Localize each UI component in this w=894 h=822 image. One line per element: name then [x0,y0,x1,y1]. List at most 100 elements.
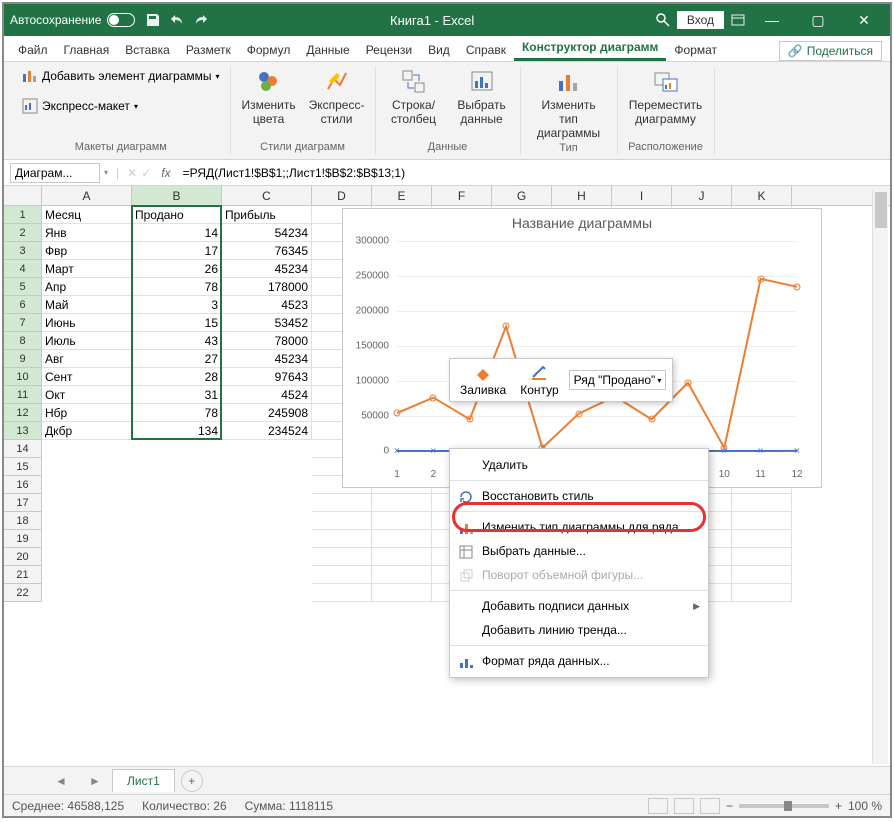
cell[interactable] [312,566,372,584]
row-header[interactable]: 2 [4,224,42,242]
ctx-data-labels[interactable]: Добавить подписи данных ▶ [450,594,708,618]
cell[interactable]: Март [42,260,132,278]
add-chart-element-button[interactable]: Добавить элемент диаграммы ▾ [22,68,220,84]
express-styles-button[interactable]: Экспресс-стили [309,68,365,126]
tab-layout[interactable]: Разметк [178,39,239,61]
row-header[interactable]: 5 [4,278,42,296]
row-header[interactable]: 21 [4,566,42,584]
cell[interactable] [372,584,432,602]
fx-icon[interactable]: fx [155,166,176,180]
ctx-reset-style[interactable]: Восстановить стиль [450,484,708,508]
row-header[interactable]: 1 [4,206,42,224]
row-header[interactable]: 3 [4,242,42,260]
col-header-j[interactable]: J [672,186,732,205]
express-layout-button[interactable]: Экспресс-макет ▾ [22,98,138,114]
row-header[interactable]: 22 [4,584,42,602]
cell[interactable]: 45234 [222,350,312,368]
col-header-g[interactable]: G [492,186,552,205]
cell[interactable]: 97643 [222,368,312,386]
row-header[interactable]: 9 [4,350,42,368]
cell[interactable]: 17 [132,242,222,260]
cell[interactable] [372,566,432,584]
cell[interactable]: 178000 [222,278,312,296]
col-header-a[interactable]: A [42,186,132,205]
change-colors-button[interactable]: Изменить цвета [241,68,297,126]
tab-home[interactable]: Главная [56,39,118,61]
cell[interactable]: 78 [132,404,222,422]
cell[interactable]: Сент [42,368,132,386]
col-header-i[interactable]: I [612,186,672,205]
cell[interactable] [312,584,372,602]
redo-icon[interactable] [193,12,209,28]
cell[interactable] [312,548,372,566]
row-header[interactable]: 20 [4,548,42,566]
tab-insert[interactable]: Вставка [117,39,178,61]
formula-input[interactable] [181,164,884,182]
zoom-slider[interactable] [739,804,829,808]
col-header-h[interactable]: H [552,186,612,205]
col-header-f[interactable]: F [432,186,492,205]
sheet-tab-1[interactable]: Лист1 [112,769,175,792]
cell[interactable]: Дкбр [42,422,132,440]
row-header[interactable]: 15 [4,458,42,476]
cell[interactable]: 43 [132,332,222,350]
cell[interactable]: Продано [132,206,222,224]
vertical-scrollbar[interactable] [872,190,888,764]
cell[interactable] [312,494,372,512]
share-button[interactable]: 🔗 Поделиться [779,41,882,61]
row-header[interactable]: 12 [4,404,42,422]
row-header[interactable]: 4 [4,260,42,278]
row-header[interactable]: 14 [4,440,42,458]
col-header-c[interactable]: C [222,186,312,205]
cell[interactable] [312,512,372,530]
cell[interactable]: Май [42,296,132,314]
ctx-format-series[interactable]: Формат ряда данных... [450,649,708,673]
cell[interactable]: 28 [132,368,222,386]
chart-title[interactable]: Название диаграммы [343,209,821,237]
name-box[interactable] [10,163,100,183]
cell[interactable] [732,566,792,584]
view-page-layout-button[interactable] [674,798,694,814]
mini-outline-button[interactable]: Контур [516,363,562,397]
select-data-button[interactable]: Выбрать данные [454,68,510,126]
cell[interactable] [732,584,792,602]
cell[interactable]: 15 [132,314,222,332]
col-header-d[interactable]: D [312,186,372,205]
window-options-icon[interactable] [730,12,746,28]
chart-container[interactable]: Название диаграммы 050000100000150000200… [342,208,822,488]
row-header[interactable]: 10 [4,368,42,386]
cell[interactable]: 234524 [222,422,312,440]
signin-button[interactable]: Вход [677,11,724,29]
cell[interactable]: 45234 [222,260,312,278]
cell[interactable]: Окт [42,386,132,404]
row-header[interactable]: 11 [4,386,42,404]
zoom-in-button[interactable]: + [835,799,842,813]
autosave-toggle[interactable]: Автосохранение [10,13,135,27]
minimize-button[interactable]: — [752,12,792,28]
cell[interactable]: Фвр [42,242,132,260]
col-header-e[interactable]: E [372,186,432,205]
row-header[interactable]: 8 [4,332,42,350]
sheet-nav-next[interactable]: ► [78,774,112,788]
row-header[interactable]: 17 [4,494,42,512]
cell[interactable]: Июнь [42,314,132,332]
cell[interactable]: 134 [132,422,222,440]
search-icon[interactable] [655,12,671,28]
maximize-button[interactable]: ▢ [798,12,838,29]
cell[interactable] [732,548,792,566]
row-header[interactable]: 19 [4,530,42,548]
cell[interactable]: Авг [42,350,132,368]
cell[interactable]: Нбр [42,404,132,422]
cell[interactable] [732,494,792,512]
col-header-b[interactable]: B [132,186,222,205]
cell[interactable]: Июль [42,332,132,350]
tab-review[interactable]: Рецензи [358,39,420,61]
cell[interactable] [372,512,432,530]
cell[interactable]: 245908 [222,404,312,422]
ctx-trendline[interactable]: Добавить линию тренда... [450,618,708,642]
ctx-delete[interactable]: Удалить [450,453,708,477]
cell[interactable]: 76345 [222,242,312,260]
cell[interactable]: Апр [42,278,132,296]
cell[interactable] [372,548,432,566]
cell[interactable]: 14 [132,224,222,242]
